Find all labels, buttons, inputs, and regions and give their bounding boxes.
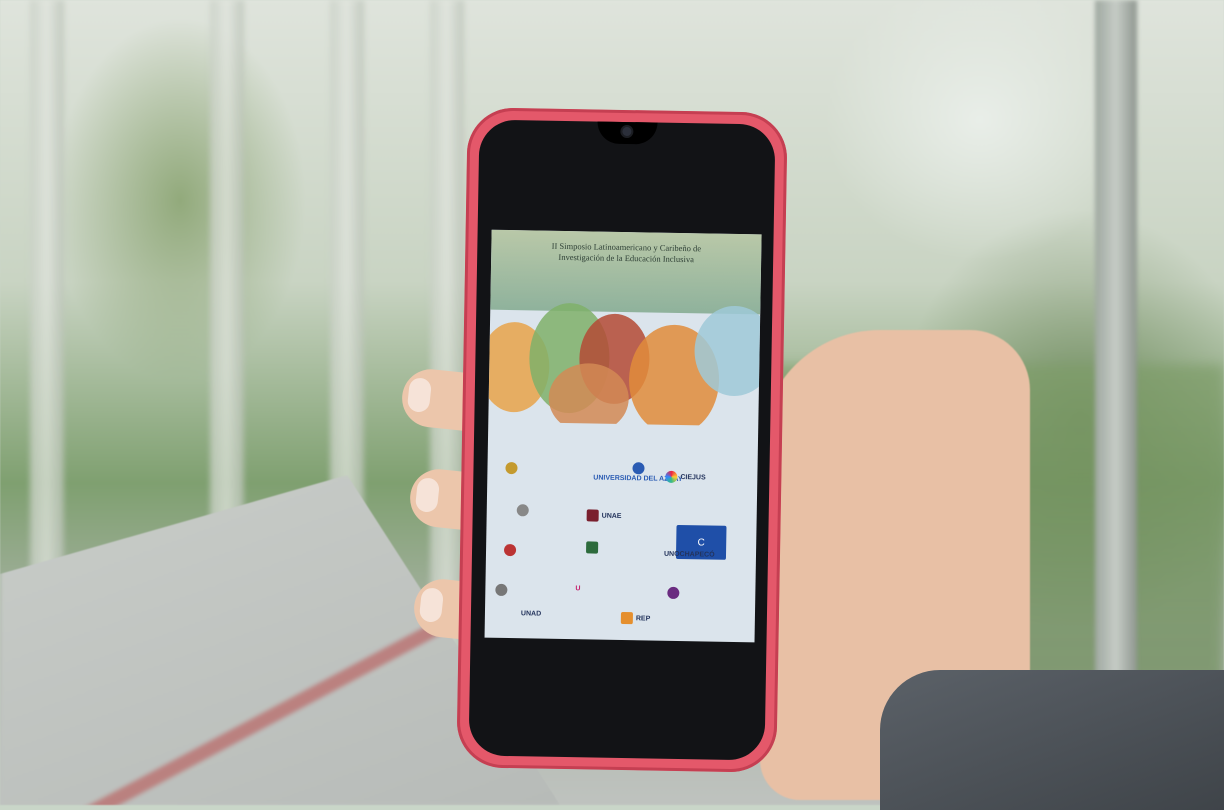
pillar bbox=[30, 0, 64, 650]
phone-bezel: II Simposio Latinoamericano y Caribeño d… bbox=[468, 119, 776, 761]
poster-illustration bbox=[488, 292, 761, 427]
sponsor-logos: UNIVERSIDAD DEL AZUAY CIEJUS UNAE C UNOC… bbox=[485, 452, 758, 637]
smartphone: II Simposio Latinoamericano y Caribeño d… bbox=[456, 107, 788, 773]
logo-ciejus: CIEJUS bbox=[665, 470, 706, 484]
sleeve bbox=[880, 670, 1224, 810]
camera-icon bbox=[622, 126, 632, 137]
fingernail bbox=[418, 586, 445, 624]
logo-unochapeco: UNOCHAPECÓ bbox=[663, 550, 715, 559]
phone-notch bbox=[597, 121, 658, 145]
logo-unae: UNAE bbox=[586, 509, 622, 522]
poster-event-info bbox=[508, 426, 738, 430]
logo-rep: REP bbox=[620, 612, 651, 625]
logo-seal bbox=[667, 586, 680, 600]
phone-screen[interactable]: II Simposio Latinoamericano y Caribeño d… bbox=[484, 229, 762, 643]
fingernail bbox=[406, 376, 433, 414]
logo-emblem bbox=[516, 504, 529, 517]
pillar bbox=[430, 0, 464, 650]
logo-seal bbox=[503, 543, 517, 557]
fingernail bbox=[414, 476, 441, 514]
logo-u-symbol: U bbox=[575, 585, 581, 593]
logo-unad: UNAD bbox=[520, 610, 542, 618]
logo-seal bbox=[495, 583, 508, 597]
lamp-pole bbox=[1095, 0, 1137, 760]
logo-seal bbox=[505, 461, 518, 475]
logo-university-shield bbox=[586, 541, 599, 554]
